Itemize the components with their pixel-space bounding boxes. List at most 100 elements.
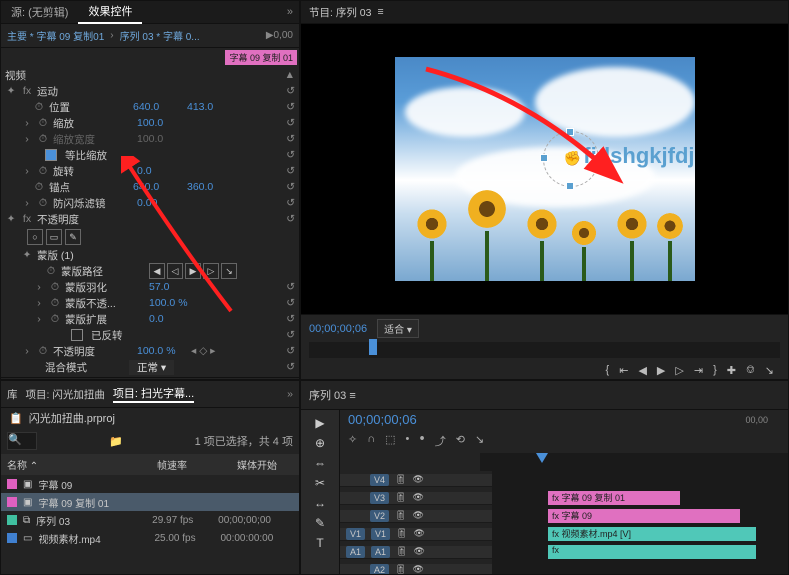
track-target[interactable]: V4 <box>370 474 389 486</box>
panel-menu-icon[interactable]: » <box>281 6 299 18</box>
clip-master-label[interactable]: 主要 * 字幕 09 复制01 <box>7 28 104 43</box>
timeline-option-7[interactable]: ↘ <box>475 433 484 449</box>
track-target[interactable]: V1 <box>371 528 390 540</box>
timeline-option-5[interactable]: ⤴ <box>435 433 446 449</box>
timeline-tool-4[interactable]: ↔ <box>314 496 326 510</box>
transport-button-3[interactable]: ▶ <box>657 364 665 377</box>
transport-button-6[interactable]: } <box>713 364 717 377</box>
track-lane[interactable] <box>492 471 788 490</box>
transport-button-0[interactable]: { <box>606 364 610 377</box>
opacity-value[interactable]: 100.0 % <box>137 345 187 357</box>
col-name[interactable]: 名称 ⌃ <box>7 457 137 472</box>
tab-effect-controls[interactable]: 效果控件 <box>78 0 142 24</box>
track-patch[interactable]: A1 <box>346 546 365 558</box>
eye-icon[interactable]: 👁 <box>413 528 424 539</box>
program-timecode[interactable]: 00;00;00;06 <box>309 323 367 335</box>
time-remap-group[interactable]: 时间重映射 <box>37 376 117 378</box>
track-header[interactable]: V2🎚👁 <box>340 510 492 523</box>
timeline-tool-5[interactable]: ✎ <box>315 516 325 530</box>
timeline-tool-3[interactable]: ✂ <box>315 476 325 490</box>
playhead-icon[interactable] <box>536 453 548 469</box>
project-item[interactable]: ▣字幕 09 复制 01 <box>1 493 299 511</box>
project-item[interactable]: ▭视频素材.mp425.00 fps00:00:00:00 <box>1 529 299 547</box>
clip-sequence-label[interactable]: 序列 03 * 字幕 0... <box>120 28 200 43</box>
eye-icon[interactable]: 👁 <box>412 492 423 503</box>
track-target[interactable]: A2 <box>370 564 389 575</box>
timeline-option-1[interactable]: ∩ <box>367 433 375 449</box>
timeline-tab[interactable]: 序列 03 ≡ <box>309 385 356 405</box>
track-header[interactable]: A1A1🎚👁 <box>340 546 492 559</box>
track-header[interactable]: V1 V1 🎚 👁 <box>340 528 492 541</box>
timeline-clip[interactable]: fx 视频素材.mp4 [V] <box>548 527 756 541</box>
bin-icon[interactable]: 📋 <box>9 412 23 425</box>
tab-library[interactable]: 库 <box>7 387 18 402</box>
label-chip[interactable] <box>7 479 17 489</box>
eye-icon[interactable]: 👁 <box>412 564 423 575</box>
timeline-ruler[interactable] <box>480 453 788 471</box>
track-toggle-icon[interactable]: 🎚 <box>396 528 407 539</box>
tab-source[interactable]: 源: (无剪辑) <box>1 1 78 23</box>
video-group[interactable]: 视频 <box>5 68 281 83</box>
mask-1[interactable]: 蒙版 (1) <box>37 248 117 263</box>
timeline-option-6[interactable]: ⟲ <box>456 433 465 449</box>
timeline-tool-0[interactable]: ▶ <box>315 416 324 430</box>
transport-button-5[interactable]: ⇥ <box>694 364 703 377</box>
col-framerate[interactable]: 帧速率 <box>157 457 217 472</box>
motion-group[interactable]: 运动 <box>37 84 117 99</box>
transport-button-9[interactable]: ↘ <box>765 364 774 377</box>
panel-menu-icon[interactable]: » <box>287 388 293 400</box>
mask-ellipse-icon[interactable]: ○ <box>27 229 43 245</box>
timeline-tool-6[interactable]: T <box>316 536 323 550</box>
track-toggle-icon[interactable]: 🎚 <box>395 492 406 503</box>
track-lane[interactable]: fx 字幕 09 复制 01 <box>492 489 788 508</box>
label-chip[interactable] <box>7 533 17 543</box>
mask-pen-icon[interactable]: ✎ <box>65 229 81 245</box>
timeline-clip[interactable]: fx <box>548 545 756 559</box>
track-toggle-icon[interactable]: 🎚 <box>396 546 407 557</box>
stopwatch-icon[interactable]: ⏱ <box>33 101 45 114</box>
col-media-start[interactable]: 媒体开始 <box>237 457 277 472</box>
transport-button-7[interactable]: ✚ <box>727 364 736 377</box>
label-chip[interactable] <box>7 497 17 507</box>
up-icon[interactable]: ▲ <box>285 69 295 81</box>
track-target[interactable]: V2 <box>370 510 389 522</box>
scale-value[interactable]: 100.0 <box>137 117 187 129</box>
track-lane[interactable]: fx <box>492 543 788 562</box>
track-patch[interactable]: V1 <box>346 528 365 540</box>
toggle-fx-icon[interactable]: ✦ <box>5 85 17 97</box>
track-header[interactable]: V4🎚👁 <box>340 474 492 487</box>
mask-rect-icon[interactable]: ▭ <box>46 229 62 245</box>
label-chip[interactable] <box>7 515 17 525</box>
opacity-group[interactable]: 不透明度 <box>37 212 117 227</box>
tab-project-1[interactable]: 项目: 闪光加扭曲 <box>26 387 105 402</box>
program-monitor[interactable]: fjdshgkjfdj ✊ <box>301 24 788 314</box>
blend-mode-select[interactable]: 正常 ▾ <box>129 360 174 375</box>
track-lane[interactable]: fx 视频素材.mp4 [V] <box>492 525 788 544</box>
panel-menu-icon[interactable]: ≡ <box>377 6 383 18</box>
track-header[interactable]: V3 🎚 👁 <box>340 492 492 505</box>
timeline-option-2[interactable]: ⬚ <box>385 433 395 449</box>
eye-icon[interactable]: 👁 <box>412 474 423 485</box>
playhead-icon[interactable] <box>369 339 377 355</box>
timeline-option-0[interactable]: ✧ <box>348 433 357 449</box>
track-target[interactable]: V3 <box>370 492 389 504</box>
timeline-tool-1[interactable]: ⊕ <box>315 436 325 450</box>
zoom-fit-select[interactable]: 适合 ▾ <box>377 319 419 338</box>
track-toggle-icon[interactable]: 🎚 <box>395 510 406 521</box>
timeline-clip[interactable]: fx 字幕 09 复制 01 <box>548 491 680 505</box>
transport-button-2[interactable]: ◀ <box>638 364 646 377</box>
timeline-clip[interactable]: fx 字幕 09 <box>548 509 740 523</box>
timeline-timecode[interactable]: 00;00;00;06 <box>340 410 425 429</box>
mask-invert-checkbox[interactable] <box>71 329 83 341</box>
timeline-option-3[interactable]: • <box>406 433 410 449</box>
position-x[interactable]: 640.0 <box>133 101 183 113</box>
transport-button-8[interactable]: ⎊ <box>746 364 755 377</box>
eye-icon[interactable]: 👁 <box>413 546 424 557</box>
track-lane[interactable]: fx 字幕 09 <box>492 507 788 526</box>
timeline-option-4[interactable]: ꔷ <box>419 433 424 449</box>
project-item[interactable]: ⧉序列 0329.97 fps00;00;00;00 <box>1 511 299 529</box>
tab-project-2[interactable]: 项目: 扫光字幕... <box>113 385 194 403</box>
timeline-tool-2[interactable]: ⇔ <box>314 456 326 470</box>
uniform-scale-checkbox[interactable] <box>45 149 57 161</box>
project-search-input[interactable]: 🔍 <box>7 432 37 450</box>
